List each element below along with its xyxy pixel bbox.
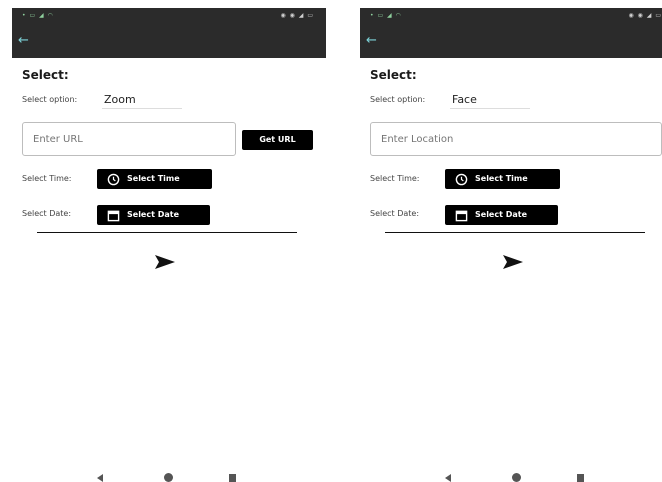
select-date-label: Select Date:: [370, 209, 420, 218]
app-bar: • ▭ ◢ ◠ ◉ ◉ ◢ ▭ ←: [12, 8, 326, 58]
divider: [385, 232, 645, 233]
phone-screen-zoom: • ▭ ◢ ◠ ◉ ◉ ◢ ▭ ← Select: Select option:…: [12, 0, 326, 482]
divider: [37, 232, 297, 233]
select-date-button-label: Select Date: [127, 210, 179, 219]
status-bar-right: ◉ ◉ ◢ ▭: [280, 12, 314, 19]
select-date-button[interactable]: Select Date: [445, 205, 558, 225]
url-input[interactable]: [22, 122, 236, 156]
select-date-label: Select Date:: [22, 209, 72, 218]
nav-recent-icon[interactable]: [229, 474, 236, 482]
select-option-dropdown[interactable]: Zoom: [102, 91, 182, 109]
phone-screen-face: • ▭ ◢ ◠ ◉ ◉ ◢ ▭ ← Select: Select option:…: [360, 0, 662, 482]
system-nav-bar: [360, 470, 662, 482]
select-time-button-label: Select Time: [475, 174, 528, 183]
clock-icon: [107, 173, 120, 186]
send-icon[interactable]: [502, 253, 524, 271]
get-url-button[interactable]: Get URL: [242, 130, 313, 150]
nav-recent-icon[interactable]: [577, 474, 584, 482]
select-date-button[interactable]: Select Date: [97, 205, 210, 225]
screenshot-stage: • ▭ ◢ ◠ ◉ ◉ ◢ ▭ ← Select: Select option:…: [0, 0, 662, 482]
nav-home-icon[interactable]: [164, 473, 173, 482]
app-bar: • ▭ ◢ ◠ ◉ ◉ ◢ ▭ ←: [360, 8, 662, 58]
calendar-icon: [107, 210, 120, 222]
select-time-button[interactable]: Select Time: [97, 169, 212, 189]
system-nav-bar: [12, 470, 326, 482]
send-icon[interactable]: [154, 253, 176, 271]
select-option-dropdown[interactable]: Face: [450, 91, 530, 109]
select-time-button-label: Select Time: [127, 174, 180, 183]
back-arrow-icon[interactable]: ←: [18, 34, 36, 48]
calendar-icon: [455, 210, 468, 222]
select-time-label: Select Time:: [22, 174, 72, 183]
clock-icon: [455, 173, 468, 186]
nav-back-icon[interactable]: [97, 474, 103, 482]
nav-back-icon[interactable]: [445, 474, 451, 482]
location-input[interactable]: [370, 122, 662, 156]
page-title: Select:: [22, 68, 69, 82]
status-bar-left: • ▭ ◢ ◠: [370, 12, 402, 19]
back-arrow-icon[interactable]: ←: [366, 34, 384, 48]
select-option-label: Select option:: [370, 95, 426, 104]
status-bar-right: ◉ ◉ ◢ ▭: [628, 12, 662, 19]
nav-home-icon[interactable]: [512, 473, 521, 482]
status-bar-left: • ▭ ◢ ◠: [22, 12, 54, 19]
select-time-button[interactable]: Select Time: [445, 169, 560, 189]
select-date-button-label: Select Date: [475, 210, 527, 219]
select-option-label: Select option:: [22, 95, 78, 104]
page-title: Select:: [370, 68, 417, 82]
select-time-label: Select Time:: [370, 174, 420, 183]
